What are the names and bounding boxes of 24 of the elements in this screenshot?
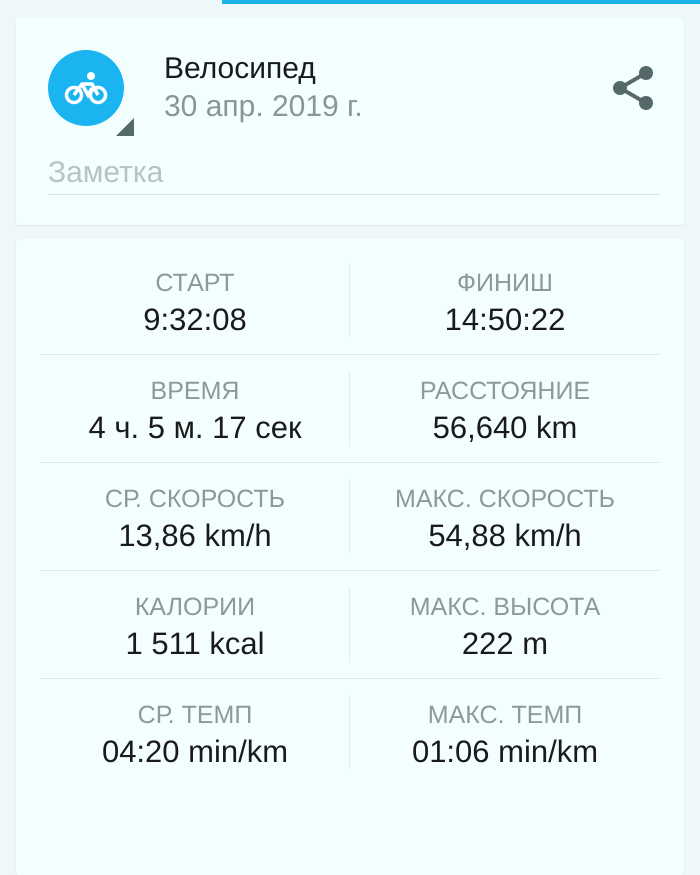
stat-value: 01:06 min/km [412,734,598,770]
stat-value: 14:50:22 [444,302,566,338]
stat-value: 4 ч. 5 м. 17 сек [88,410,302,446]
stat-value: 9:32:08 [143,302,247,338]
corner-icon [116,118,134,136]
activity-date: 30 апр. 2019 г. [164,90,364,124]
stat-label: СР. ТЕМП [138,701,252,730]
stat-value: 1 511 kcal [125,626,264,662]
stat-label: МАКС. ВЫСОТА [410,593,600,622]
stat-value: 54,88 km/h [428,518,582,554]
stat-value: 04:20 min/km [102,734,288,770]
stat-value: 13,86 km/h [118,518,272,554]
stat-label: ВРЕМЯ [150,377,240,406]
stat-label: РАССТОЯНИЕ [420,377,590,406]
stat-label: МАКС. СКОРОСТЬ [395,485,615,514]
stat-label: КАЛОРИИ [134,593,256,622]
activity-title: Велосипед [164,52,317,86]
stat-value: 56,640 km [432,410,578,446]
stat-label: СТАРТ [155,269,235,298]
note-field[interactable]: Заметка [48,156,660,195]
stat-label: СР. СКОРОСТЬ [104,485,286,514]
stat-label: ФИНИШ [457,269,553,298]
stat-value: 222 m [462,626,548,662]
stat-label: МАКС. ТЕМП [428,701,582,730]
